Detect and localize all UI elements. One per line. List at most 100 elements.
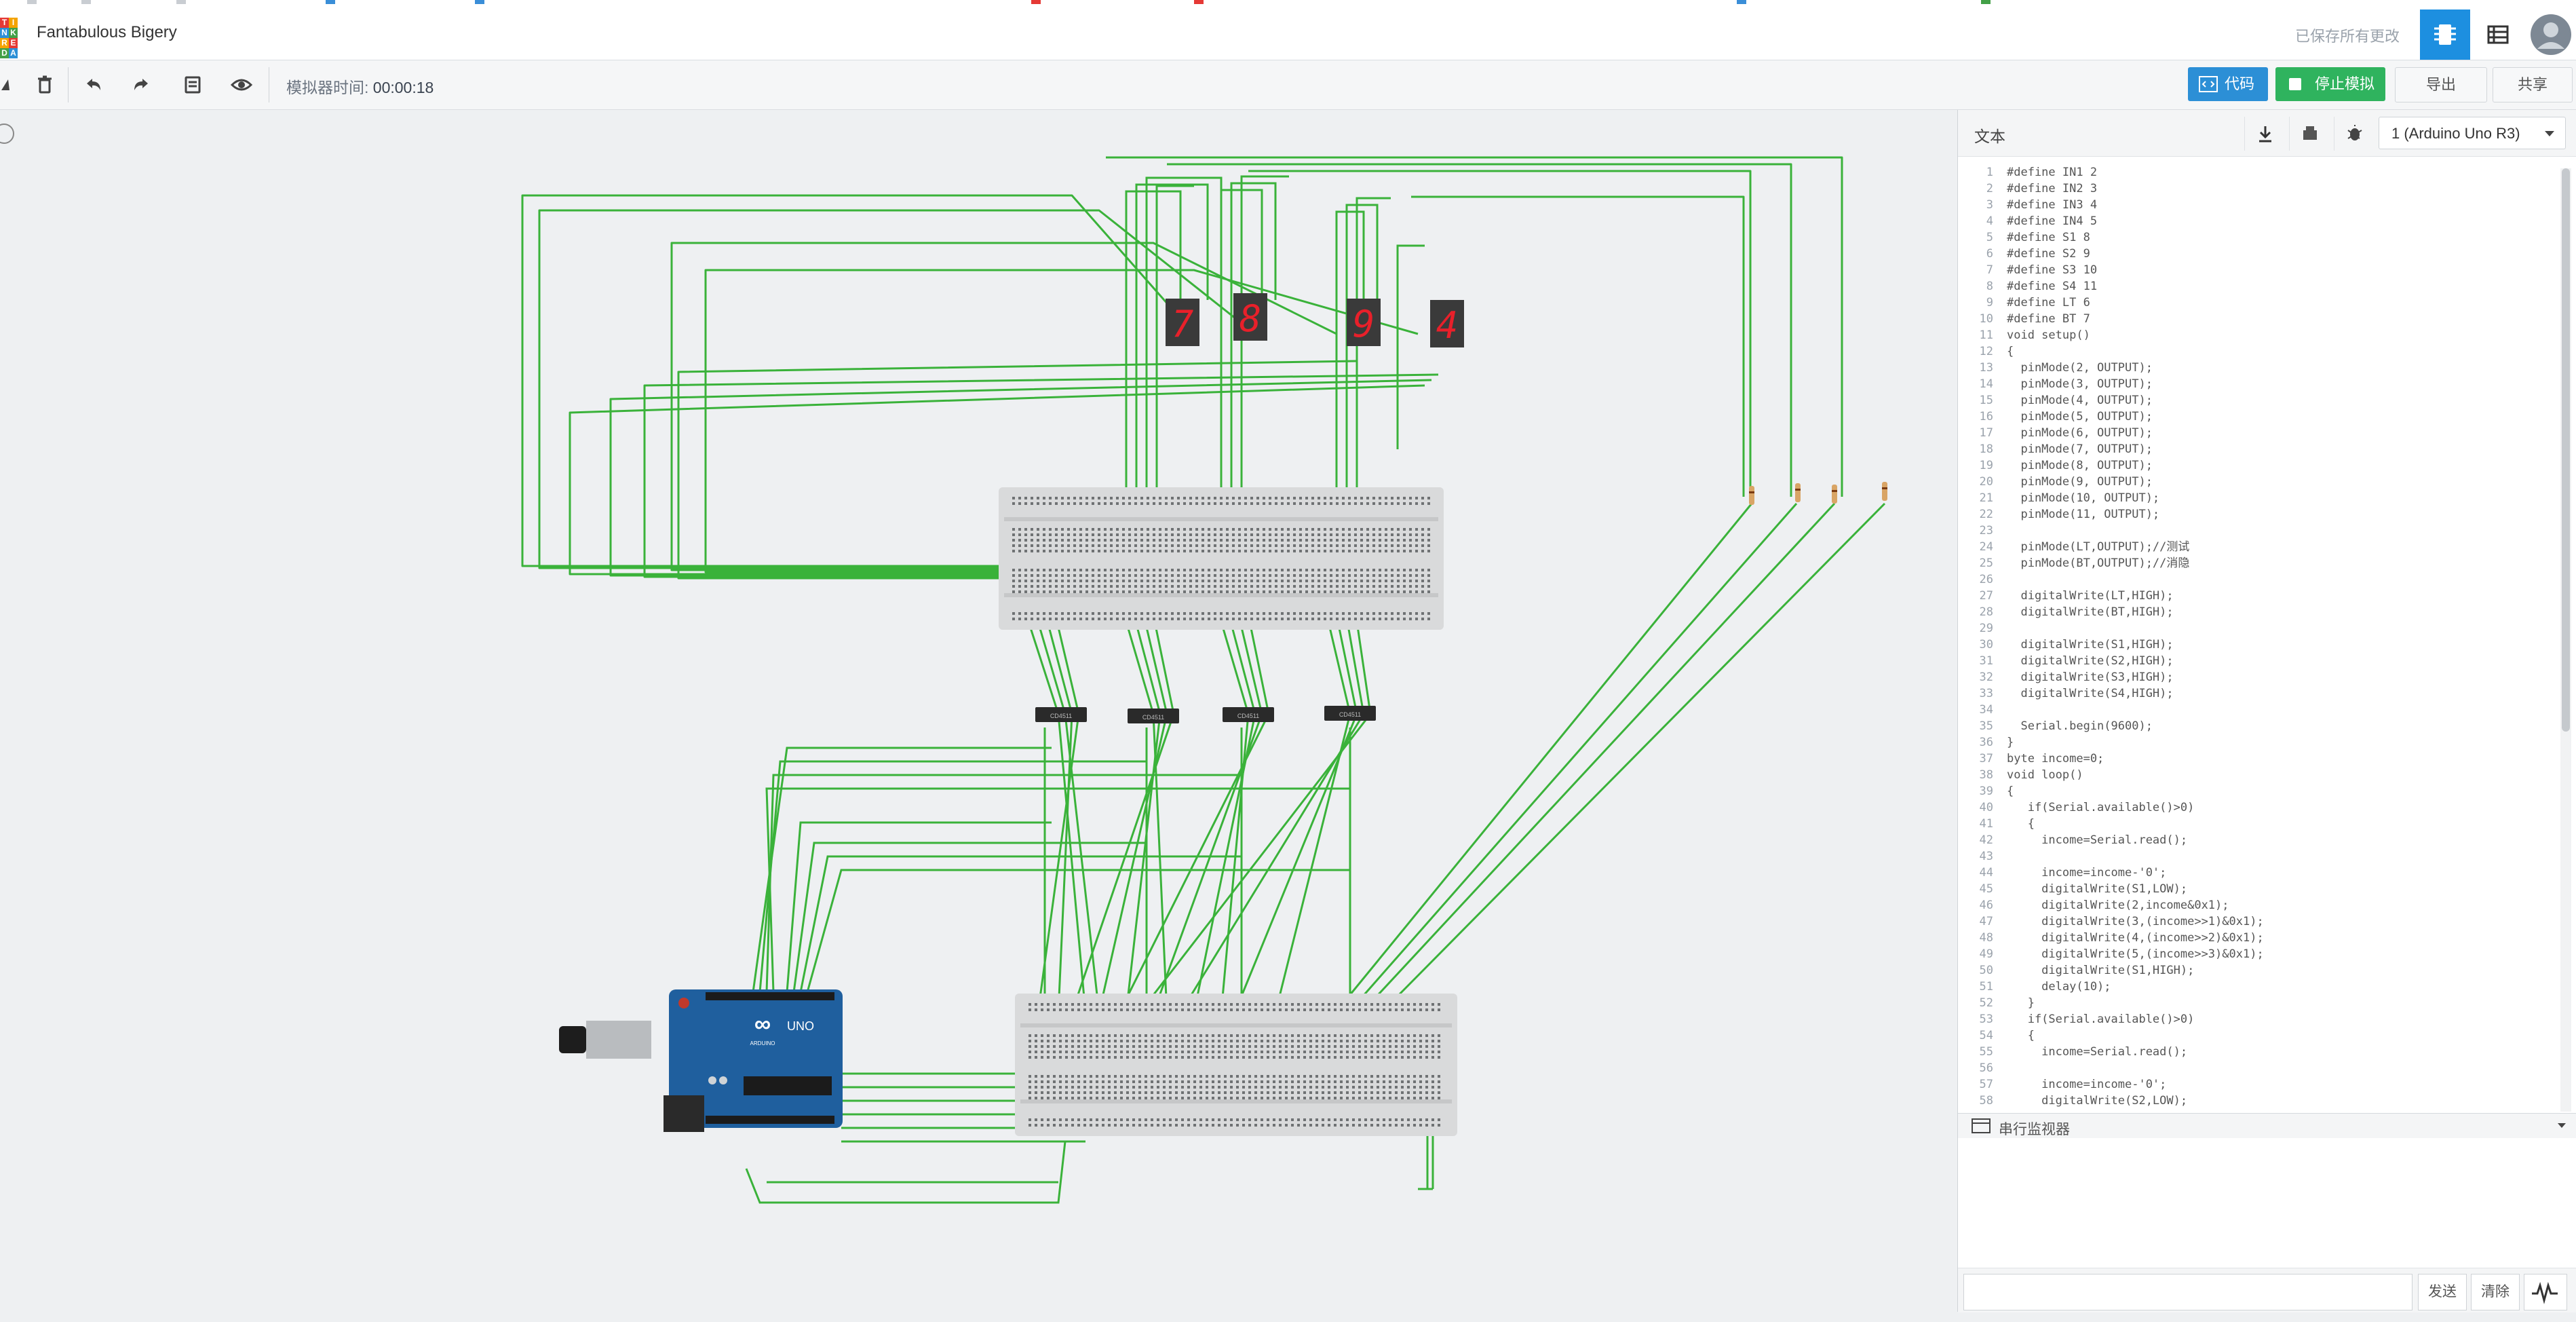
code-line[interactable]: 30 digitalWrite(S1,HIGH); — [1958, 637, 2555, 653]
code-mode-label[interactable]: 文本 — [1974, 124, 2005, 147]
stop-simulation-button[interactable]: 停止模拟 — [2275, 67, 2385, 101]
code-line[interactable]: 31 digitalWrite(S2,HIGH); — [1958, 653, 2555, 669]
code-line[interactable]: 57 income=income-'0'; — [1958, 1076, 2555, 1093]
code-line[interactable]: 48 digitalWrite(4,(income>>2)&0x1); — [1958, 930, 2555, 946]
code-button[interactable]: 代码 — [2188, 67, 2268, 101]
code-line[interactable]: 22 pinMode(11, OUTPUT); — [1958, 506, 2555, 523]
code-line[interactable]: 24 pinMode(LT,OUTPUT);//测试 — [1958, 539, 2555, 555]
code-line[interactable]: 49 digitalWrite(5,(income>>3)&0x1); — [1958, 946, 2555, 962]
eye-icon[interactable] — [227, 70, 256, 100]
chevron-down-icon[interactable] — [2558, 1123, 2566, 1128]
code-line[interactable]: 3 #define IN3 4 — [1958, 197, 2555, 213]
circuit-canvas[interactable]: CD4511 CD4511 CD4511 CD4511 7 8 9 4 ∞ UN… — [0, 110, 1957, 1312]
code-line[interactable]: 7 #define S3 10 — [1958, 262, 2555, 278]
resistor[interactable] — [1749, 486, 1754, 505]
code-line[interactable]: 2 #define IN2 3 — [1958, 181, 2555, 197]
code-line[interactable]: 45 digitalWrite(S1,LOW); — [1958, 881, 2555, 897]
serial-monitor-header[interactable]: 串行监视器 — [1958, 1113, 2576, 1139]
serial-input[interactable] — [1963, 1274, 2412, 1310]
seven-segment-display[interactable]: 8 — [1233, 293, 1267, 341]
arduino-uno-board[interactable]: ∞ UNO ARDUINO — [559, 989, 843, 1132]
circuit-drawing[interactable]: CD4511 CD4511 CD4511 CD4511 7 8 9 4 ∞ UN… — [0, 110, 1957, 1312]
code-line[interactable]: 47 digitalWrite(3,(income>>1)&0x1); — [1958, 913, 2555, 930]
code-line[interactable]: 19 pinMode(8, OUTPUT); — [1958, 457, 2555, 474]
code-line[interactable]: 58 digitalWrite(S2,LOW); — [1958, 1093, 2555, 1109]
tinkercad-logo[interactable]: T I N K R E D A — [0, 18, 18, 58]
export-button[interactable]: 导出 — [2395, 67, 2487, 102]
code-line[interactable]: 32 digitalWrite(S3,HIGH); — [1958, 669, 2555, 685]
code-line[interactable]: 5 #define S1 8 — [1958, 229, 2555, 246]
code-line[interactable]: 36} — [1958, 734, 2555, 751]
seven-segment-display[interactable]: 7 — [1166, 299, 1199, 346]
code-line[interactable]: 4 #define IN4 5 — [1958, 213, 2555, 229]
code-line[interactable]: 54 { — [1958, 1027, 2555, 1044]
code-editor[interactable]: 1 #define IN1 2 2 #define IN2 3 3 #define IN3… — [1958, 164, 2555, 1112]
user-menu[interactable] — [2526, 10, 2576, 60]
code-line[interactable]: 1 #define IN1 2 — [1958, 164, 2555, 181]
code-line[interactable]: 51 delay(10); — [1958, 979, 2555, 995]
undo-icon[interactable] — [79, 70, 109, 100]
code-line[interactable]: 44 income=income-'0'; — [1958, 865, 2555, 881]
graph-button[interactable] — [2524, 1274, 2567, 1310]
decoder-chip[interactable]: CD4511 — [1324, 706, 1376, 721]
code-line[interactable]: 18 pinMode(7, OUTPUT); — [1958, 441, 2555, 457]
decoder-chip[interactable]: CD4511 — [1128, 709, 1179, 723]
code-line[interactable]: 27 digitalWrite(LT,HIGH); — [1958, 588, 2555, 604]
code-line[interactable]: 23 — [1958, 523, 2555, 539]
code-line[interactable]: 26 — [1958, 571, 2555, 588]
code-line[interactable]: 34 — [1958, 702, 2555, 718]
component-list-button[interactable] — [2473, 10, 2523, 60]
decoder-chip[interactable]: CD4511 — [1035, 707, 1087, 722]
code-line[interactable]: 43 — [1958, 848, 2555, 865]
resistor[interactable] — [1795, 483, 1801, 502]
project-title[interactable]: Fantabulous Bigery — [37, 23, 177, 42]
upload-button[interactable] — [2289, 117, 2330, 151]
code-line[interactable]: 6 #define S2 9 — [1958, 246, 2555, 262]
resistor[interactable] — [1832, 485, 1837, 504]
code-line[interactable]: 40 if(Serial.available()>0) — [1958, 799, 2555, 816]
code-line[interactable]: 50 digitalWrite(S1,HIGH); — [1958, 962, 2555, 979]
zoom-fit-icon[interactable] — [0, 124, 14, 144]
debugger-button[interactable] — [2334, 117, 2375, 151]
code-line[interactable]: 56 — [1958, 1060, 2555, 1076]
code-line[interactable]: 28 digitalWrite(BT,HIGH); — [1958, 604, 2555, 620]
seven-segment-display[interactable]: 4 — [1430, 300, 1464, 347]
code-line[interactable]: 46 digitalWrite(2,income&0x1); — [1958, 897, 2555, 913]
code-line[interactable]: 35 Serial.begin(9600); — [1958, 718, 2555, 734]
board-select[interactable]: 1 (Arduino Uno R3) — [2379, 117, 2566, 149]
code-line[interactable]: 25 pinMode(BT,OUTPUT);//消隐 — [1958, 555, 2555, 571]
code-line[interactable]: 11 void setup() — [1958, 327, 2555, 343]
share-button[interactable]: 共享 — [2493, 67, 2573, 102]
code-line[interactable]: 53 if(Serial.available()>0) — [1958, 1011, 2555, 1027]
scroll-thumb[interactable] — [2562, 168, 2570, 732]
code-line[interactable]: 38 void loop() — [1958, 767, 2555, 783]
code-line[interactable]: 41 { — [1958, 816, 2555, 832]
code-line[interactable]: 9 #define LT 6 — [1958, 295, 2555, 311]
decoder-chip[interactable]: CD4511 — [1223, 707, 1274, 722]
code-line[interactable]: 29 — [1958, 620, 2555, 637]
notes-icon[interactable] — [178, 70, 208, 100]
breadboard-bottom[interactable] — [1015, 994, 1457, 1136]
resistor[interactable] — [1882, 482, 1887, 501]
code-line[interactable]: 14 pinMode(3, OUTPUT); — [1958, 376, 2555, 392]
code-line[interactable]: 13 pinMode(2, OUTPUT); — [1958, 360, 2555, 376]
code-line[interactable]: 37 byte income=0; — [1958, 751, 2555, 767]
circuit-view-button[interactable] — [2420, 10, 2470, 60]
breadboard-top[interactable] — [999, 487, 1444, 630]
code-line[interactable]: 15 pinMode(4, OUTPUT); — [1958, 392, 2555, 409]
download-button[interactable] — [2244, 117, 2286, 151]
code-line[interactable]: 42 income=Serial.read(); — [1958, 832, 2555, 848]
code-line[interactable]: 12 { — [1958, 343, 2555, 360]
code-line[interactable]: 20 pinMode(9, OUTPUT); — [1958, 474, 2555, 490]
delete-icon[interactable] — [30, 70, 60, 100]
code-line[interactable]: 39 { — [1958, 783, 2555, 799]
seven-segment-display[interactable]: 9 — [1347, 299, 1381, 346]
clear-button[interactable]: 清除 — [2471, 1274, 2520, 1310]
code-line[interactable]: 10 #define BT 7 — [1958, 311, 2555, 327]
rotate-icon[interactable] — [0, 70, 30, 100]
code-line[interactable]: 17 pinMode(6, OUTPUT); — [1958, 425, 2555, 441]
code-line[interactable]: 21 pinMode(10, OUTPUT); — [1958, 490, 2555, 506]
code-line[interactable]: 55 income=Serial.read(); — [1958, 1044, 2555, 1060]
code-line[interactable]: 16 pinMode(5, OUTPUT); — [1958, 409, 2555, 425]
code-line[interactable]: 52 } — [1958, 995, 2555, 1011]
